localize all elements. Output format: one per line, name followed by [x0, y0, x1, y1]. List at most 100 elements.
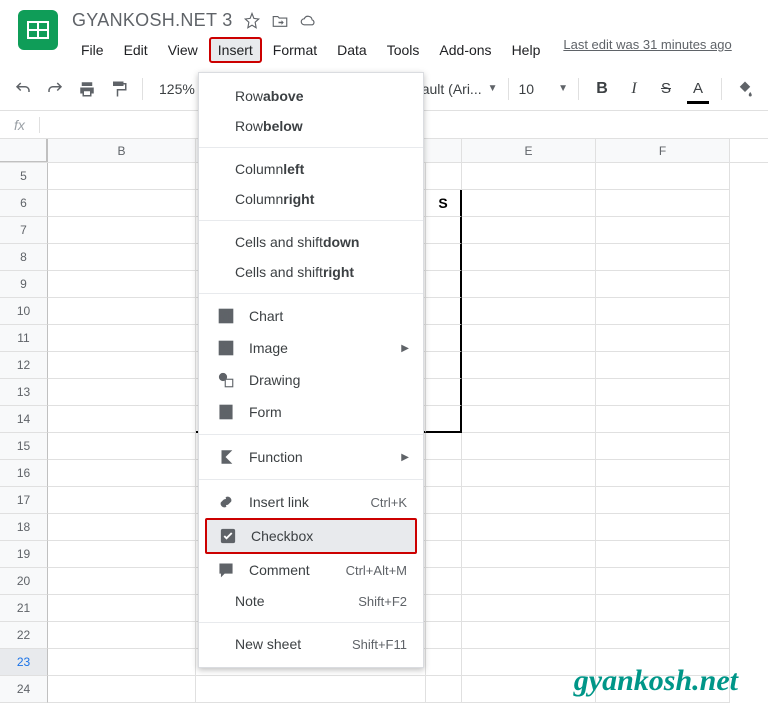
cell[interactable] — [48, 541, 196, 568]
row-header[interactable]: 9 — [0, 271, 48, 298]
insert-row-above[interactable]: Row above — [199, 81, 423, 111]
cell[interactable] — [596, 244, 730, 271]
cell[interactable] — [462, 271, 596, 298]
row-header[interactable]: 24 — [0, 676, 48, 703]
strikethrough-button[interactable]: S — [653, 76, 679, 102]
row-header[interactable]: 17 — [0, 487, 48, 514]
cell[interactable] — [596, 541, 730, 568]
cell[interactable] — [596, 352, 730, 379]
zoom-level[interactable]: 125% — [159, 81, 195, 97]
row-header[interactable]: 13 — [0, 379, 48, 406]
cell[interactable] — [462, 568, 596, 595]
cell[interactable] — [196, 676, 426, 703]
italic-button[interactable]: I — [621, 76, 647, 102]
insert-link[interactable]: Insert linkCtrl+K — [199, 486, 423, 518]
cell[interactable] — [48, 487, 196, 514]
cell[interactable] — [462, 190, 596, 217]
cell[interactable] — [426, 352, 462, 379]
menu-edit[interactable]: Edit — [115, 37, 157, 63]
cell[interactable] — [426, 217, 462, 244]
cell[interactable] — [48, 379, 196, 406]
insert-column-left[interactable]: Column left — [199, 154, 423, 184]
cell[interactable] — [462, 217, 596, 244]
last-edit-link[interactable]: Last edit was 31 minutes ago — [563, 37, 731, 63]
fill-color-button[interactable] — [732, 76, 758, 102]
select-all-corner[interactable] — [0, 139, 48, 162]
row-header[interactable]: 11 — [0, 325, 48, 352]
cell[interactable] — [426, 676, 462, 703]
cell[interactable] — [596, 163, 730, 190]
row-header[interactable]: 23 — [0, 649, 48, 676]
redo-button[interactable] — [42, 76, 68, 102]
cell[interactable] — [462, 514, 596, 541]
insert-function[interactable]: Function▶ — [199, 441, 423, 473]
column-header[interactable]: B — [48, 139, 196, 162]
cell[interactable] — [426, 487, 462, 514]
cell[interactable] — [596, 271, 730, 298]
cell[interactable] — [462, 487, 596, 514]
cell[interactable] — [462, 460, 596, 487]
cell[interactable] — [426, 433, 462, 460]
document-title[interactable]: GYANKOSH.NET 3 — [72, 10, 233, 31]
paint-format-button[interactable] — [106, 76, 132, 102]
cell[interactable] — [48, 163, 196, 190]
cell[interactable] — [48, 514, 196, 541]
insert-row-below[interactable]: Row below — [199, 111, 423, 141]
star-icon[interactable] — [243, 12, 261, 30]
row-header[interactable]: 21 — [0, 595, 48, 622]
cell[interactable] — [596, 406, 730, 433]
cell[interactable] — [462, 406, 596, 433]
cell[interactable] — [426, 163, 462, 190]
cell[interactable] — [48, 352, 196, 379]
insert-checkbox[interactable]: Checkbox — [205, 518, 417, 554]
print-button[interactable] — [74, 76, 100, 102]
column-header[interactable]: E — [462, 139, 596, 162]
cell[interactable] — [596, 622, 730, 649]
sheets-logo[interactable] — [18, 10, 58, 50]
cell[interactable] — [596, 325, 730, 352]
cell[interactable] — [596, 379, 730, 406]
cell[interactable] — [426, 379, 462, 406]
insert-column-right[interactable]: Column right — [199, 184, 423, 214]
insert-chart[interactable]: Chart — [199, 300, 423, 332]
move-folder-icon[interactable] — [271, 12, 289, 30]
cell[interactable] — [462, 163, 596, 190]
cell[interactable]: S — [426, 190, 462, 217]
cell[interactable] — [462, 622, 596, 649]
cell[interactable] — [426, 568, 462, 595]
cell[interactable] — [426, 298, 462, 325]
insert-comment[interactable]: CommentCtrl+Alt+M — [199, 554, 423, 586]
menu-view[interactable]: View — [159, 37, 207, 63]
cell[interactable] — [596, 298, 730, 325]
cell[interactable] — [596, 460, 730, 487]
menu-tools[interactable]: Tools — [378, 37, 429, 63]
row-header[interactable]: 15 — [0, 433, 48, 460]
row-header[interactable]: 14 — [0, 406, 48, 433]
cell[interactable] — [596, 568, 730, 595]
menu-help[interactable]: Help — [503, 37, 550, 63]
menu-format[interactable]: Format — [264, 37, 326, 63]
cell[interactable] — [48, 460, 196, 487]
cell[interactable] — [426, 244, 462, 271]
cell[interactable] — [48, 406, 196, 433]
cell[interactable] — [596, 217, 730, 244]
cell[interactable] — [48, 298, 196, 325]
row-header[interactable]: 16 — [0, 460, 48, 487]
cell[interactable] — [596, 190, 730, 217]
cell[interactable] — [426, 325, 462, 352]
cell[interactable] — [596, 514, 730, 541]
row-header[interactable]: 8 — [0, 244, 48, 271]
cell[interactable] — [462, 433, 596, 460]
insert-new-sheet[interactable]: New sheetShift+F11 — [199, 629, 423, 659]
column-header[interactable]: F — [596, 139, 730, 162]
cell[interactable] — [48, 325, 196, 352]
menu-data[interactable]: Data — [328, 37, 376, 63]
row-header[interactable]: 18 — [0, 514, 48, 541]
row-header[interactable]: 22 — [0, 622, 48, 649]
row-header[interactable]: 19 — [0, 541, 48, 568]
menu-insert[interactable]: Insert — [209, 37, 262, 63]
cell[interactable] — [462, 595, 596, 622]
cell[interactable] — [596, 487, 730, 514]
font-size-selector[interactable]: 10▼ — [519, 81, 568, 97]
text-color-button[interactable]: A — [685, 76, 711, 102]
